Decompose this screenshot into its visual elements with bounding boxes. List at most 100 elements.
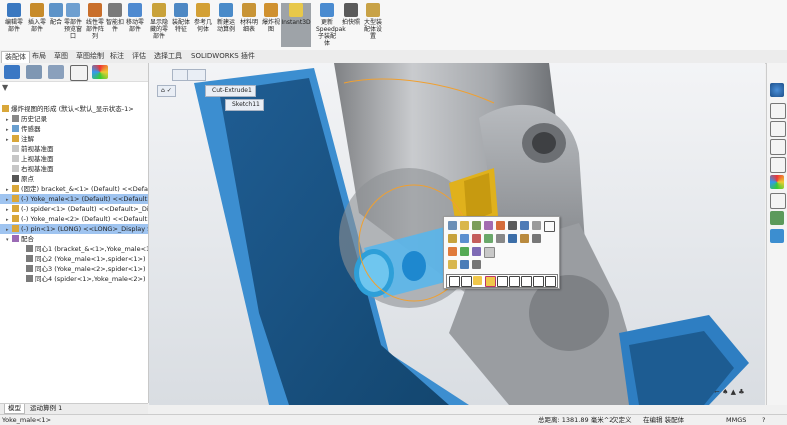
symmetric-mate-icon[interactable] bbox=[545, 276, 556, 287]
ribbon-button-9[interactable]: 参考几 何体 bbox=[192, 3, 214, 47]
tab-sketch-ink[interactable]: 草图绘制 bbox=[73, 51, 107, 62]
ribbon-button-10[interactable]: 新建运 动算例 bbox=[215, 3, 237, 47]
ribbon-button-0[interactable]: 编辑零 部件 bbox=[3, 3, 25, 47]
tangent-mate-icon[interactable] bbox=[497, 276, 508, 287]
view-palette-icon[interactable] bbox=[770, 139, 786, 155]
solidworks-resources-icon[interactable] bbox=[770, 83, 784, 97]
zoom-area-icon[interactable]: ⌕ bbox=[390, 63, 400, 64]
previous-view-icon[interactable]: ↺ bbox=[400, 63, 413, 64]
tree-item[interactable]: 右视基准面 bbox=[0, 164, 148, 174]
ribbon-button-3[interactable]: 零部件 预览窗 口 bbox=[62, 3, 84, 47]
dimxpert-tab-icon[interactable] bbox=[70, 65, 88, 81]
filter-icon[interactable]: ▼ bbox=[2, 83, 8, 92]
configuration-tab-icon[interactable] bbox=[48, 65, 64, 79]
file-explorer-icon[interactable] bbox=[770, 121, 786, 137]
tab-evaluate[interactable]: 评估 bbox=[129, 51, 149, 62]
breadcrumb-part-icon[interactable] bbox=[187, 69, 206, 81]
visibility-icon[interactable] bbox=[460, 247, 469, 256]
tab-motion-study[interactable]: 运动算例 1 bbox=[27, 404, 65, 413]
heads-up-view-toolbar[interactable]: ⤢⌕↺◧◫■◉●▣▢ bbox=[378, 63, 506, 64]
ribbon-button-8[interactable]: 装配体 特征 bbox=[170, 3, 192, 47]
ribbon-button-11[interactable]: 材料明 细表 bbox=[238, 3, 260, 47]
zoom-to-selection-icon[interactable] bbox=[520, 221, 529, 230]
ribbon-button-6[interactable]: 移动零 部件 bbox=[124, 3, 146, 47]
selection-icon[interactable] bbox=[484, 247, 495, 258]
tree-item[interactable]: ▸ 传感器 bbox=[0, 124, 148, 134]
edit-part-icon[interactable] bbox=[448, 221, 457, 230]
display-style-icon[interactable]: ■ bbox=[440, 63, 454, 64]
ribbon-button-15[interactable]: 拍快照 bbox=[340, 3, 362, 47]
zoom-to-fit-icon[interactable]: ⤢ bbox=[378, 63, 390, 64]
parallel-mate-icon[interactable] bbox=[461, 276, 472, 287]
rebuild-icon[interactable] bbox=[532, 221, 541, 230]
tab-sketch[interactable]: 草图 bbox=[51, 51, 71, 62]
smart-fastener-icon[interactable] bbox=[484, 234, 493, 243]
community-icon[interactable] bbox=[770, 229, 784, 243]
appearance-icon[interactable] bbox=[484, 221, 493, 230]
ribbon-button-4[interactable]: 线性零 部件阵 列 bbox=[84, 3, 106, 47]
tree-item[interactable]: 上视基准面 bbox=[0, 154, 148, 164]
component-item[interactable]: ▸(-) spider<1> (Default) <<Default>_Disp… bbox=[0, 204, 148, 214]
tree-item[interactable]: 原点 bbox=[0, 174, 148, 184]
appearances-scenes-icon[interactable] bbox=[770, 175, 784, 189]
replace-component-icon[interactable] bbox=[496, 234, 505, 243]
feature-tree-tab-icon[interactable] bbox=[4, 65, 20, 79]
distance-mate-icon[interactable] bbox=[509, 276, 520, 287]
appearances-icon[interactable] bbox=[770, 157, 786, 173]
hide-icon[interactable] bbox=[496, 221, 505, 230]
isolate-icon[interactable] bbox=[508, 221, 517, 230]
view-orientation-icon[interactable]: ◫ bbox=[426, 63, 440, 64]
tab-layout[interactable]: 布局 bbox=[29, 51, 49, 62]
tab-assembly[interactable]: 装配体 bbox=[1, 51, 30, 63]
view-mates-icon[interactable] bbox=[472, 234, 481, 243]
sketch-flyout[interactable]: Sketch11 bbox=[225, 99, 264, 111]
transparency-icon[interactable] bbox=[520, 234, 529, 243]
tab-selection-tools[interactable]: 选择工具 bbox=[151, 51, 185, 62]
rotate-component-icon[interactable] bbox=[460, 234, 469, 243]
tree-item[interactable]: ▸ 注解 bbox=[0, 134, 148, 144]
open-part-icon[interactable] bbox=[472, 221, 481, 230]
lock-mate-icon[interactable] bbox=[533, 276, 544, 287]
mate-item[interactable]: 同心3 (Yoke_male<2>,spider<1>) bbox=[0, 264, 148, 274]
appearance-icon[interactable]: ● bbox=[466, 63, 479, 64]
view-settings-icon[interactable]: ▢ bbox=[493, 63, 507, 64]
custom-properties-icon[interactable] bbox=[770, 193, 786, 209]
context-toolbar[interactable] bbox=[443, 216, 560, 289]
mate-item[interactable]: 同心1 (bracket_&<1>,Yoke_male<1>) bbox=[0, 244, 148, 254]
more-options-icon[interactable] bbox=[472, 260, 481, 269]
component-item[interactable]: ▸(-) pin<1> (LONG) <<LONG>_Display State bbox=[0, 224, 148, 234]
ribbon-button-12[interactable]: 爆炸视 图 bbox=[260, 3, 282, 47]
tree-item[interactable]: 前视基准面 bbox=[0, 144, 148, 154]
breadcrumb-item-1[interactable]: ⌂ ✓ bbox=[157, 85, 176, 97]
ribbon-button-5[interactable]: 智能扣 件 bbox=[104, 3, 126, 47]
ribbon-button-16[interactable]: 大型装 配体设 置 bbox=[362, 3, 384, 47]
ribbon-button-14[interactable]: 更新 Speedpak 子装配体 bbox=[316, 3, 346, 47]
component-item[interactable]: ▸(-) Yoke_male<2> (Default) <<Default>_D… bbox=[0, 214, 148, 224]
angle-mate-icon[interactable] bbox=[521, 276, 532, 287]
component-properties-icon[interactable] bbox=[544, 221, 555, 232]
concentric-mate-icon[interactable] bbox=[485, 276, 496, 287]
tab-model[interactable]: 模型 bbox=[4, 404, 25, 414]
relations-icon[interactable] bbox=[460, 260, 469, 269]
tree-item[interactable]: ▾ 配合 bbox=[0, 234, 148, 244]
section-view-icon[interactable]: ◧ bbox=[413, 63, 427, 64]
tree-root[interactable]: 爆炸视图的形成 (默认<默认_显示状态-1> bbox=[2, 104, 150, 114]
tab-markup[interactable]: 标注 bbox=[107, 51, 127, 62]
mate-item[interactable]: 同心2 (Yoke_male<1>,spider<1>) bbox=[0, 254, 148, 264]
design-library-icon[interactable] bbox=[770, 103, 786, 119]
sketch-icon[interactable] bbox=[460, 221, 469, 230]
dimension-icon[interactable] bbox=[448, 260, 457, 269]
mate-item[interactable]: 同心4 (spider<1>,Yoke_male<2>) bbox=[0, 274, 148, 284]
feature-flyout[interactable]: Cut-Extrude1 bbox=[205, 85, 256, 97]
solidworks-forum-icon[interactable] bbox=[770, 211, 784, 225]
property-manager-tab-icon[interactable] bbox=[26, 65, 42, 79]
hide-show-icon[interactable]: ◉ bbox=[453, 63, 466, 64]
move-with-triad-icon[interactable] bbox=[448, 234, 457, 243]
display-manager-tab-icon[interactable] bbox=[92, 65, 108, 79]
coincident-mate-icon[interactable] bbox=[449, 276, 460, 287]
suppress-icon[interactable] bbox=[532, 234, 541, 243]
tab-solidworks-addins[interactable]: SOLIDWORKS 插件 bbox=[188, 51, 258, 62]
component-item[interactable]: ▸(-) Yoke_male<1> (Default) <<Default>_D… bbox=[0, 194, 148, 204]
component-item[interactable]: ▸ (固定) bracket_&<1> (Default) <<Default> bbox=[0, 184, 148, 194]
display-states-icon[interactable] bbox=[508, 234, 517, 243]
